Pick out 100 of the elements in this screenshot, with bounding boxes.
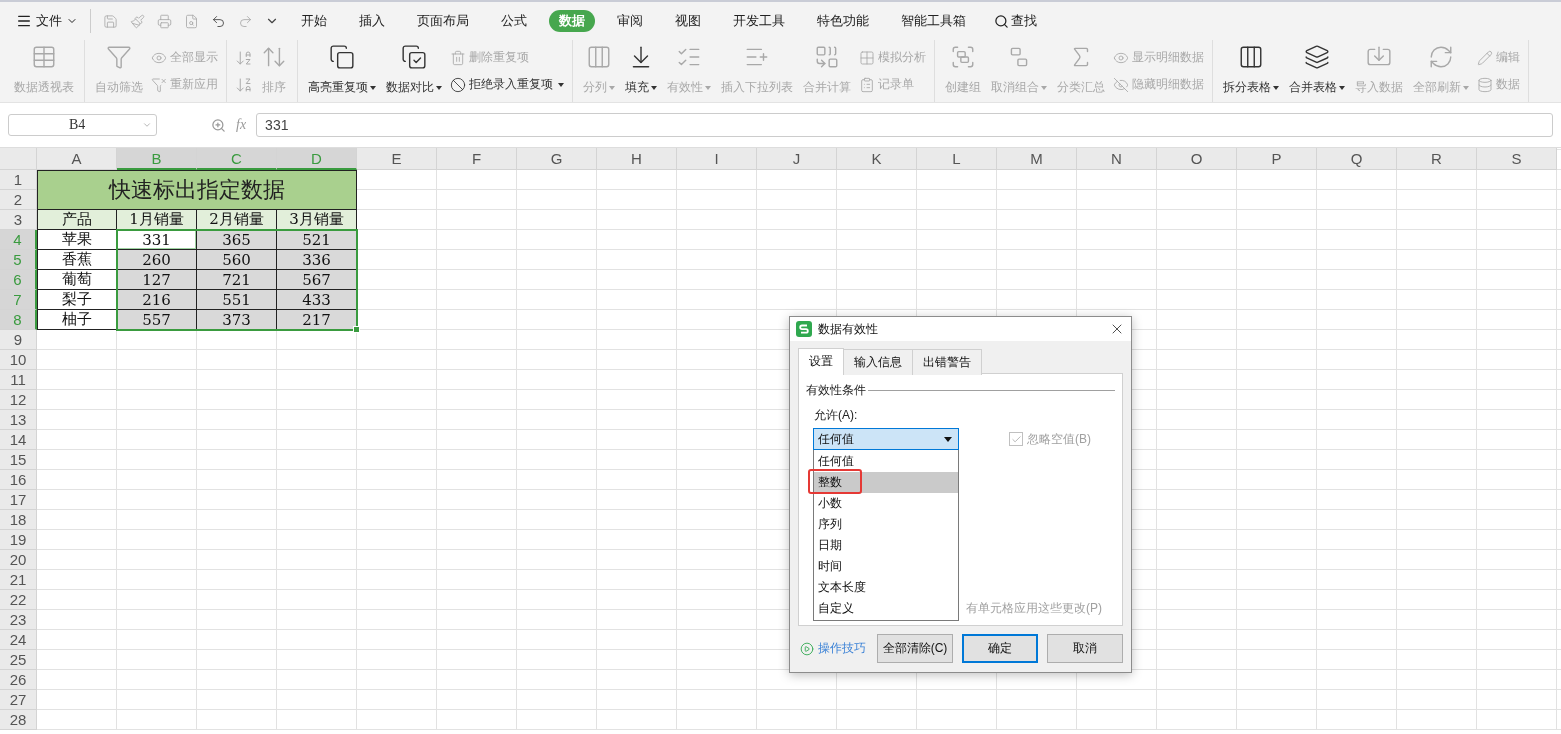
ribbon-tab[interactable]: 特色功能 — [807, 10, 879, 32]
row-header[interactable]: 2 — [0, 190, 37, 210]
pencil-icon — [1477, 49, 1493, 66]
ribbon-button[interactable]: 合并表格 — [1287, 40, 1347, 102]
row-header[interactable]: 10 — [0, 350, 37, 370]
refresh-icon — [1428, 44, 1454, 70]
column-header[interactable]: A — [37, 148, 117, 170]
dialog-tab[interactable]: 出错警告 — [912, 349, 982, 375]
ribbon-tab[interactable]: 开发工具 — [723, 10, 795, 32]
column-header[interactable]: Q — [1317, 148, 1397, 170]
row-header[interactable]: 16 — [0, 470, 37, 490]
header-cell: 2月销量 — [197, 210, 277, 230]
column-header[interactable]: M — [997, 148, 1077, 170]
row-header[interactable]: 3 — [0, 210, 37, 230]
ribbon-button[interactable]: 拆分表格 — [1221, 40, 1281, 102]
table-icon — [31, 44, 57, 70]
column-header[interactable]: L — [917, 148, 997, 170]
caret-icon — [1463, 85, 1469, 90]
dropdown-option[interactable]: 日期 — [814, 535, 958, 556]
column-header[interactable]: J — [757, 148, 837, 170]
row-header[interactable]: 20 — [0, 550, 37, 570]
dropdown-option[interactable]: 任何值 — [814, 451, 958, 472]
caret-icon — [558, 82, 564, 87]
fill-handle[interactable] — [353, 326, 360, 333]
row-header[interactable]: 9 — [0, 330, 37, 350]
row-header[interactable]: 11 — [0, 370, 37, 390]
caret-icon — [1273, 85, 1279, 90]
ribbon-button[interactable]: 高亮重复项 — [306, 40, 378, 102]
table-cell: 551 — [197, 290, 277, 310]
menu-icon — [16, 13, 32, 29]
dropdown-option[interactable]: 文本长度 — [814, 577, 958, 598]
sort-descending-icon — [235, 75, 253, 94]
table-cell: 葡萄 — [37, 270, 117, 290]
column-header[interactable]: P — [1237, 148, 1317, 170]
dialog-tab[interactable]: 设置 — [798, 348, 844, 374]
column-header[interactable]: O — [1157, 148, 1237, 170]
dropdown-option[interactable]: 序列 — [814, 514, 958, 535]
table-cell: 567 — [277, 270, 357, 290]
row-header[interactable]: 23 — [0, 610, 37, 630]
select-all-corner[interactable] — [0, 148, 37, 170]
ribbon-tab[interactable]: 智能工具箱 — [891, 10, 976, 32]
row-header[interactable]: 22 — [0, 590, 37, 610]
ribbon-tab[interactable]: 视图 — [665, 10, 711, 32]
ok-button[interactable]: 确定 — [962, 634, 1038, 663]
ribbon-tab[interactable]: 公式 — [491, 10, 537, 32]
table-cell: 260 — [117, 250, 197, 270]
column-header[interactable]: G — [517, 148, 597, 170]
tips-link[interactable]: 操作技巧 — [800, 640, 866, 657]
dropdown-option[interactable]: 自定义 — [814, 598, 958, 619]
row-header[interactable]: 26 — [0, 670, 37, 690]
database-icon — [1477, 76, 1493, 93]
column-header[interactable]: S — [1477, 148, 1557, 170]
column-header[interactable]: H — [597, 148, 677, 170]
name-box[interactable]: B4 — [8, 114, 157, 136]
dropdown-option[interactable]: 小数 — [814, 493, 958, 514]
row-header[interactable]: 27 — [0, 690, 37, 710]
dropdown-option[interactable]: 时间 — [814, 556, 958, 577]
allow-select[interactable]: 任何值 — [813, 428, 959, 450]
row-header[interactable]: 25 — [0, 650, 37, 670]
ban-icon — [450, 76, 466, 93]
column-header[interactable]: K — [837, 148, 917, 170]
file-menu[interactable]: 文件 — [12, 10, 82, 32]
row-header[interactable]: 24 — [0, 630, 37, 650]
row-header[interactable]: 14 — [0, 430, 37, 450]
table-cell: 521 — [277, 230, 357, 250]
row-header[interactable]: 1 — [0, 170, 37, 190]
formula-input[interactable]: 331 — [256, 113, 1553, 137]
ribbon-tab[interactable]: 页面布局 — [407, 10, 479, 32]
ribbon-tab[interactable]: 开始 — [291, 10, 337, 32]
ribbon-tab[interactable]: 审阅 — [607, 10, 653, 32]
column-header[interactable]: N — [1077, 148, 1157, 170]
column-header[interactable]: F — [437, 148, 517, 170]
dropdown-option[interactable]: 整数 — [814, 472, 958, 493]
row-header[interactable]: 28 — [0, 710, 37, 730]
group-icon — [950, 44, 976, 70]
ribbon-button[interactable]: 填充 — [623, 40, 659, 102]
row-header[interactable]: 19 — [0, 530, 37, 550]
caret-icon — [1041, 85, 1047, 90]
row-header[interactable]: 13 — [0, 410, 37, 430]
search-button[interactable]: 查找 — [988, 11, 1043, 31]
trash-icon — [450, 49, 466, 66]
row-header[interactable]: 12 — [0, 390, 37, 410]
ribbon-button[interactable]: 拒绝录入重复项 — [450, 76, 564, 93]
dialog-tab[interactable]: 输入信息 — [843, 349, 913, 375]
row-header[interactable]: 17 — [0, 490, 37, 510]
ribbon-button[interactable]: 数据对比 — [384, 40, 444, 102]
dialog-button[interactable]: 取消 — [1047, 634, 1123, 663]
row-header[interactable]: 21 — [0, 570, 37, 590]
check-icon — [1010, 433, 1022, 445]
ribbon-tab[interactable]: 插入 — [349, 10, 395, 32]
dialog-button[interactable]: 全部清除(C) — [877, 634, 953, 663]
row-header[interactable]: 15 — [0, 450, 37, 470]
app-logo-icon — [796, 321, 812, 337]
table-cell: 365 — [197, 230, 277, 250]
zoom-icon[interactable] — [211, 117, 226, 133]
row-header[interactable]: 18 — [0, 510, 37, 530]
column-header[interactable]: E — [357, 148, 437, 170]
column-header[interactable]: R — [1397, 148, 1477, 170]
table-cell: 721 — [197, 270, 277, 290]
column-header[interactable]: I — [677, 148, 757, 170]
